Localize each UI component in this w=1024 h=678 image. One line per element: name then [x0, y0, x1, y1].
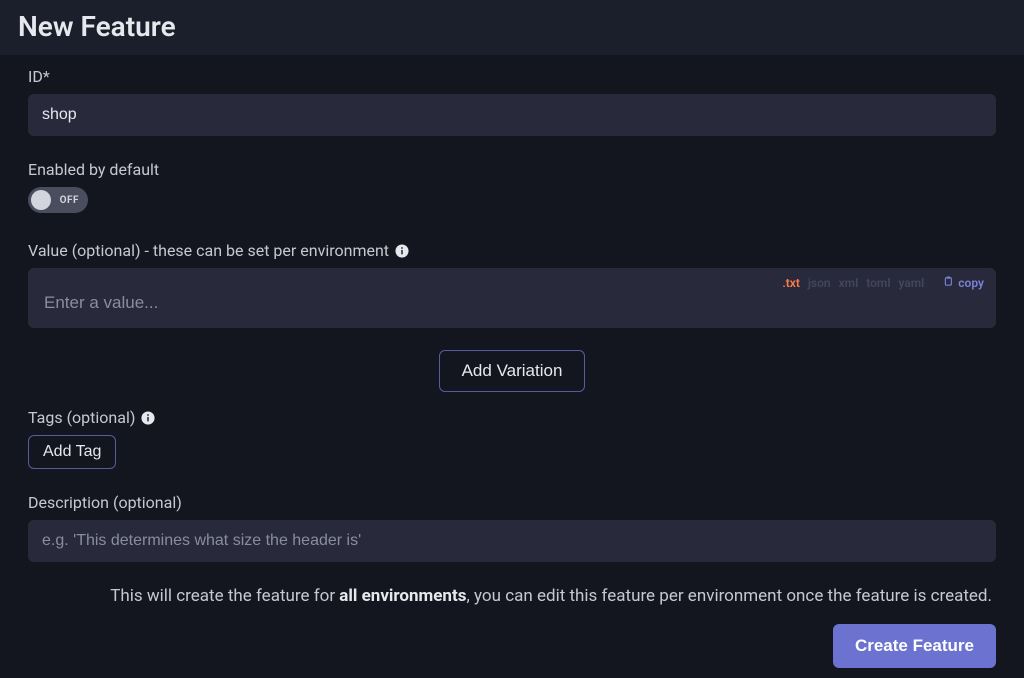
id-label: ID*	[28, 67, 996, 86]
format-xml[interactable]: xml	[839, 276, 859, 290]
value-field: Value (optional) - these can be set per …	[28, 241, 996, 328]
enabled-label: Enabled by default	[28, 160, 996, 179]
copy-button[interactable]: copy	[942, 275, 984, 290]
footer-actions: Create Feature	[28, 624, 996, 668]
value-label-text: Value (optional) - these can be set per …	[28, 241, 389, 260]
add-variation-row: Add Variation	[28, 350, 996, 392]
enabled-field: Enabled by default OFF	[28, 160, 996, 217]
description-field: Description (optional)	[28, 493, 996, 562]
environments-note: This will create the feature for all env…	[28, 586, 996, 606]
enabled-toggle[interactable]: OFF	[28, 187, 88, 213]
toggle-state-label: OFF	[60, 195, 79, 206]
value-label: Value (optional) - these can be set per …	[28, 241, 996, 260]
description-label: Description (optional)	[28, 493, 996, 512]
id-input[interactable]	[28, 94, 996, 136]
clipboard-icon	[942, 275, 954, 290]
info-icon[interactable]	[141, 411, 155, 425]
page-header: New Feature	[0, 0, 1024, 55]
note-post: , you can edit this feature per environm…	[466, 586, 992, 606]
note-bold: all environments	[339, 586, 466, 606]
new-feature-page: New Feature ID* Enabled by default OFF V…	[0, 0, 1024, 678]
form-content: ID* Enabled by default OFF Value (option…	[0, 55, 1024, 678]
format-txt[interactable]: .txt	[782, 276, 800, 290]
tags-label: Tags (optional)	[28, 408, 996, 427]
page-title: New Feature	[18, 10, 1006, 43]
format-yaml[interactable]: yaml	[898, 276, 924, 290]
tags-label-text: Tags (optional)	[28, 408, 135, 427]
copy-label: copy	[958, 276, 984, 290]
add-variation-button[interactable]: Add Variation	[439, 350, 586, 392]
value-input[interactable]	[42, 292, 982, 314]
format-toml[interactable]: toml	[866, 276, 890, 290]
value-box: .txt json xml toml yaml copy	[28, 268, 996, 328]
note-pre: This will create the feature for	[110, 586, 339, 606]
add-tag-button[interactable]: Add Tag	[28, 435, 116, 469]
id-field: ID*	[28, 67, 996, 136]
info-icon[interactable]	[395, 244, 409, 258]
tags-field: Tags (optional) Add Tag	[28, 408, 996, 469]
description-input[interactable]	[28, 520, 996, 562]
toggle-knob-icon	[31, 190, 51, 210]
value-formats: .txt json xml toml yaml copy	[782, 275, 984, 290]
format-json[interactable]: json	[808, 276, 831, 290]
create-feature-button[interactable]: Create Feature	[833, 624, 996, 668]
